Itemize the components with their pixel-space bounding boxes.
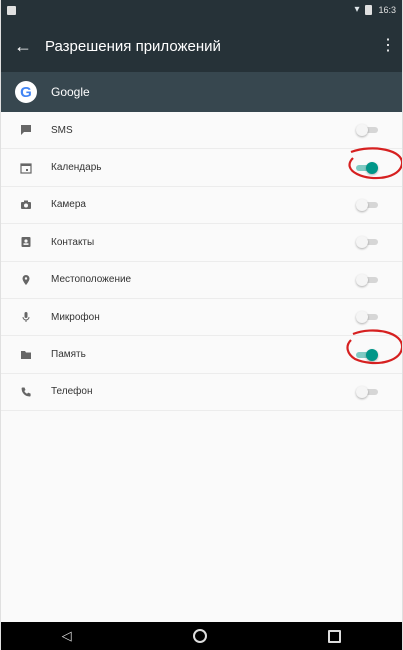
phone-icon [1, 386, 51, 398]
toggle-thumb [356, 236, 368, 249]
permission-toggle[interactable] [356, 161, 378, 174]
toggle-thumb [356, 198, 368, 211]
toggle-thumb [366, 161, 378, 174]
permission-label: Местоположение [51, 274, 132, 286]
nav-recents-icon[interactable] [328, 629, 342, 643]
toggle-thumb [356, 385, 368, 398]
permission-row[interactable]: Микрофон [1, 299, 402, 337]
location-icon [1, 274, 51, 286]
storage-icon [1, 349, 51, 361]
toggle-thumb [356, 124, 368, 137]
google-logo: G [15, 81, 37, 103]
permission-row[interactable]: Память [1, 336, 402, 374]
permission-row[interactable]: SMS [1, 112, 402, 150]
page-title: Разрешения приложений [45, 37, 221, 55]
permission-label: Камера [51, 199, 86, 211]
permission-row[interactable]: Календарь [1, 149, 402, 187]
overflow-menu-icon[interactable]: ⋮ [374, 38, 402, 54]
back-arrow-icon[interactable]: ← [1, 37, 45, 55]
microphone-icon [1, 311, 51, 323]
navigation-bar: ◁ [1, 622, 402, 650]
toggle-thumb [356, 273, 368, 286]
permission-label: Телефон [51, 386, 93, 398]
permission-row[interactable]: Телефон [1, 374, 402, 412]
google-logo-letter: G [20, 83, 32, 101]
permission-label: Память [51, 349, 86, 361]
nav-home-icon[interactable] [192, 629, 207, 643]
permission-toggle[interactable] [356, 348, 378, 361]
permission-label: Микрофон [51, 311, 100, 323]
nav-back-icon[interactable]: ◁ [62, 628, 72, 644]
toggle-thumb [366, 348, 378, 361]
permission-toggle[interactable] [356, 311, 378, 324]
status-bar: ▾ 16:3 [1, 0, 402, 20]
calendar-icon [1, 162, 51, 174]
permission-toggle[interactable] [356, 124, 378, 137]
status-time: 16:3 [378, 5, 396, 15]
notification-icon [7, 5, 16, 15]
permission-toggle[interactable] [356, 198, 378, 211]
toolbar: ← Разрешения приложений ⋮ [1, 20, 402, 72]
battery-icon [365, 5, 373, 15]
permissions-list: SMS Календарь Камера Контакты Местоположение… [1, 112, 402, 412]
permission-label: Контакты [51, 236, 95, 248]
toggle-thumb [356, 311, 368, 324]
app-header: G Google [1, 72, 402, 112]
wifi-icon: ▾ [354, 4, 360, 15]
permission-toggle[interactable] [356, 236, 378, 249]
app-name: Google [51, 85, 90, 99]
permission-label: SMS [51, 124, 73, 136]
app-permissions-screen: ▾ 16:3 ← Разрешения приложений ⋮ G Googl… [0, 0, 403, 650]
permission-row[interactable]: Камера [1, 187, 402, 225]
permission-row[interactable]: Местоположение [1, 262, 402, 299]
camera-icon [1, 199, 51, 211]
permission-label: Календарь [51, 162, 102, 174]
permission-toggle[interactable] [356, 273, 378, 286]
sms-icon [1, 124, 51, 136]
contacts-icon [1, 236, 51, 248]
permission-row[interactable]: Контакты [1, 224, 402, 262]
permission-toggle[interactable] [356, 385, 378, 398]
